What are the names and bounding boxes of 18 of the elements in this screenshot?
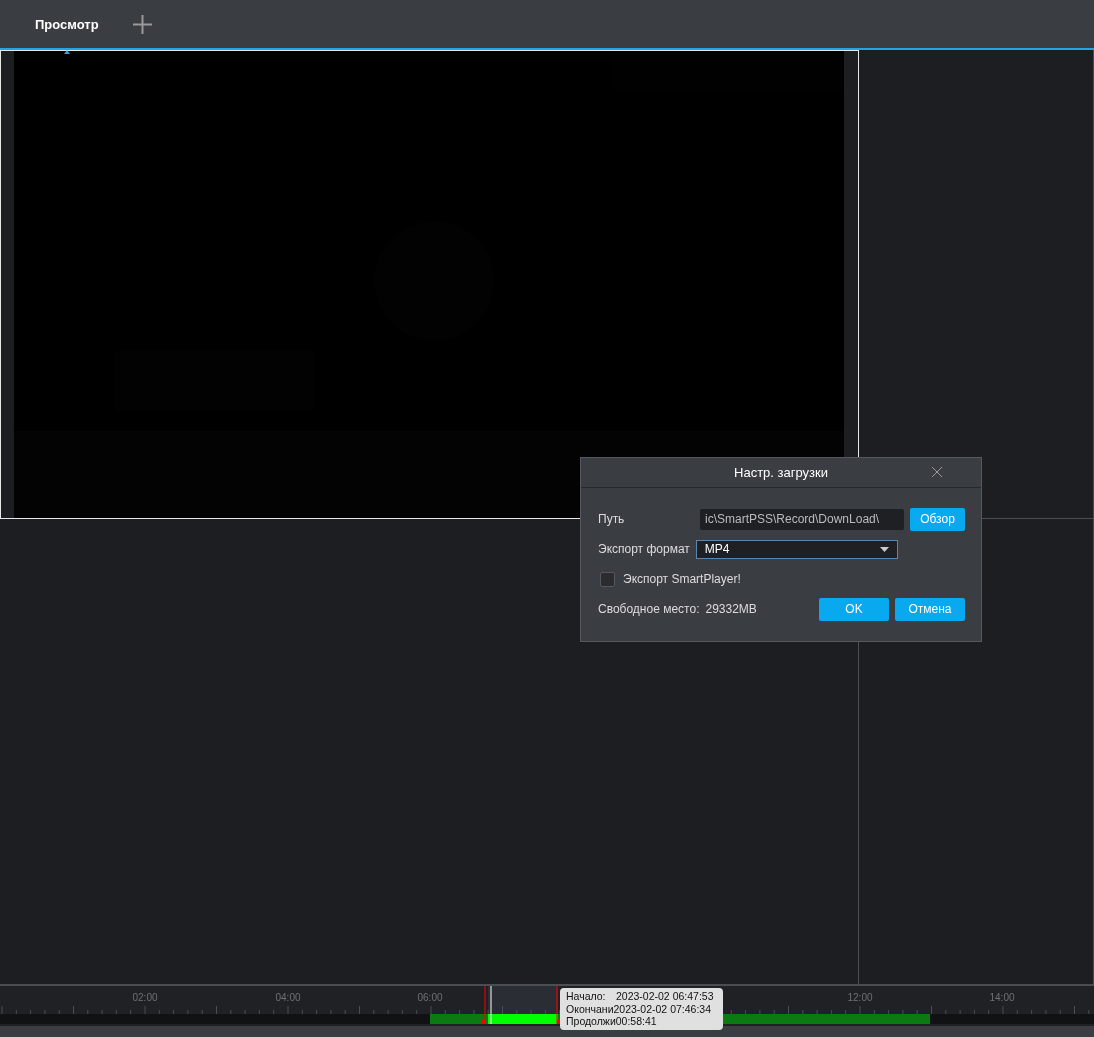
dialog-title: Настр. загрузки — [734, 465, 828, 480]
time-label: 04:00 — [275, 992, 301, 1003]
dropdown-arrow-icon — [879, 546, 889, 552]
time-label: 12:00 — [847, 992, 873, 1003]
add-tab-icon[interactable] — [132, 14, 152, 34]
close-button[interactable] — [931, 466, 943, 478]
path-field[interactable]: ic\SmartPSS\Record\DownLoad\ — [700, 508, 904, 530]
checkbox[interactable] — [600, 571, 615, 587]
field-label: Экспорт формат — [598, 542, 690, 556]
checkbox-label: Экспорт SmartPlayer! — [623, 572, 741, 586]
format-dropdown[interactable]: MP4 — [695, 539, 898, 559]
time-label: 14:00 — [989, 992, 1015, 1003]
field-label: Путь — [598, 512, 625, 526]
free-space-label: Свободное место: — [598, 602, 700, 616]
time-tooltip: Начало: 2023-02-02 06:47:53 Окончани2023-02-02 07:46:34 Продолжи00:58:41 — [560, 988, 723, 1030]
time-label: 06:00 — [417, 992, 443, 1003]
free-space-value: 29332MB — [705, 602, 757, 616]
time-label: 02:00 — [132, 992, 158, 1003]
